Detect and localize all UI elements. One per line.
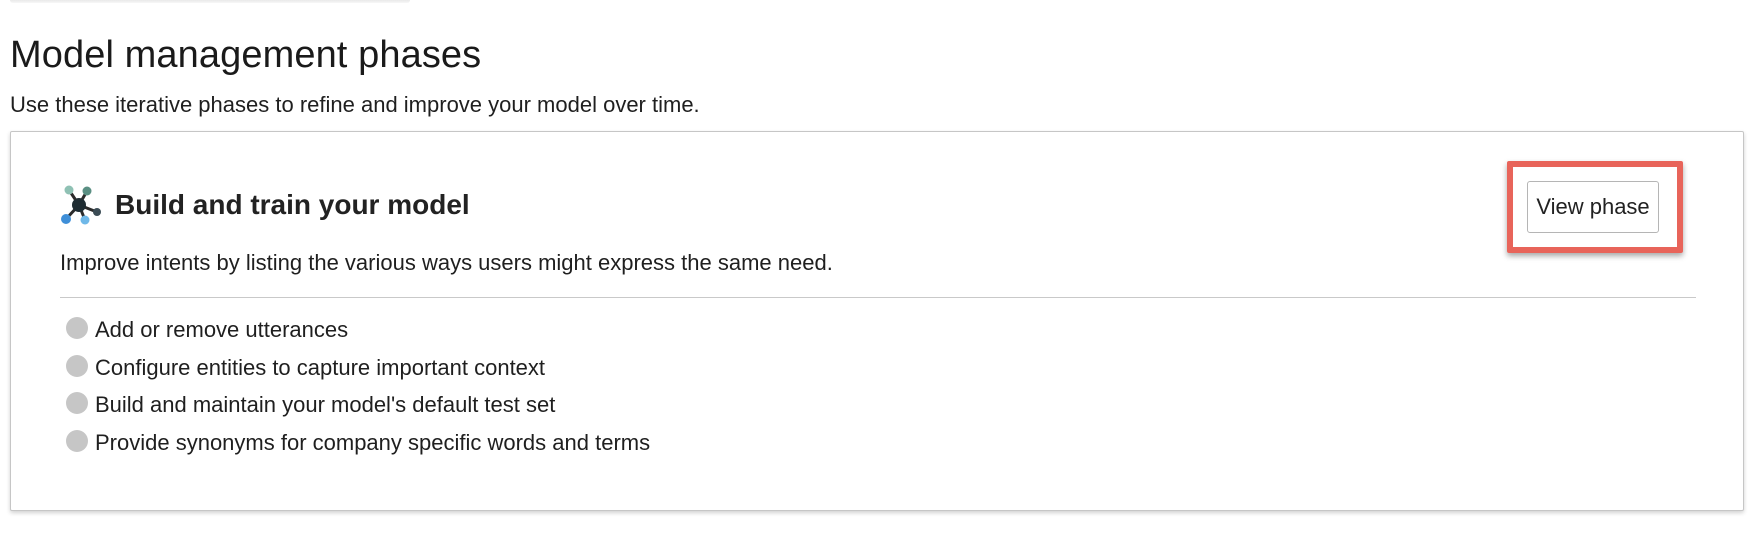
view-phase-button[interactable]: View phase (1527, 181, 1659, 233)
step-status-icon (66, 429, 88, 452)
section-title: Model management phases (10, 34, 482, 76)
step-label: Build and maintain your model's default … (95, 392, 556, 417)
phase-card-title: Build and train your model (115, 189, 470, 220)
step-label: Add or remove utterances (95, 317, 349, 342)
step-status-icon (66, 317, 88, 339)
phase-card: Build and train your model Improve inten… (10, 131, 1744, 511)
step-status-icon (66, 392, 88, 414)
section-description: Use these iterative phases to refine and… (10, 92, 700, 117)
phase-steps-list: Add or remove utterances Configure entit… (66, 316, 650, 466)
highlight-frame: View phase (1507, 161, 1683, 253)
list-item: Configure entities to capture important … (66, 354, 650, 392)
divider (60, 297, 1696, 298)
list-item: Add or remove utterances (66, 316, 650, 354)
list-item: Build and maintain your model's default … (66, 391, 650, 429)
step-label: Configure entities to capture important … (95, 354, 546, 380)
model-network-icon (61, 185, 101, 225)
step-label: Provide synonyms for company specific wo… (95, 429, 651, 455)
step-status-icon (66, 354, 88, 377)
phase-card-header: Build and train your model (59, 182, 470, 228)
previous-card-edge (10, 0, 410, 3)
phase-card-description: Improve intents by listing the various w… (60, 250, 833, 275)
list-item: Provide synonyms for company specific wo… (66, 429, 650, 467)
